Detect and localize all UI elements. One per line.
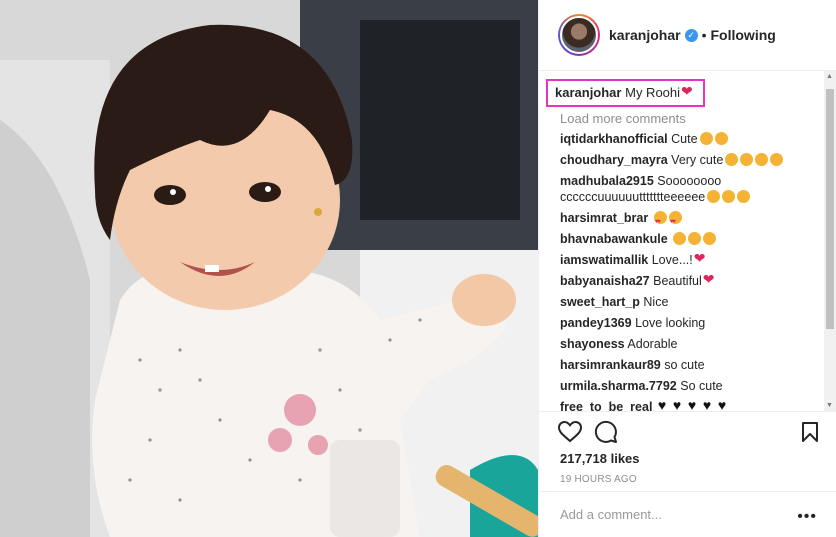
- comments-list[interactable]: karanjohar My Roohi Load more comments i…: [539, 71, 836, 411]
- header-separator: •: [701, 27, 707, 43]
- comment-text: Nice: [643, 295, 669, 309]
- comment-username[interactable]: iqtidarkhanofficial: [560, 132, 668, 146]
- more-options-icon[interactable]: •••: [797, 508, 817, 526]
- scrollbar-thumb[interactable]: [826, 89, 834, 329]
- comment-item: babyanaisha27 Beautiful: [560, 271, 800, 289]
- author-avatar[interactable]: [558, 14, 600, 56]
- post-photo[interactable]: [0, 0, 538, 537]
- post-details-panel: karanjohar ✓ • Following karanjohar My R…: [538, 0, 836, 537]
- following-button[interactable]: Following: [711, 27, 776, 43]
- comment-item: harsimrat_brar: [560, 210, 800, 230]
- add-comment-input[interactable]: [560, 507, 780, 522]
- avatar-image: [560, 16, 598, 54]
- kiss-emoji-icon: [770, 153, 784, 166]
- child-photo-illustration: [0, 0, 538, 537]
- comment-username[interactable]: sweet_hart_p: [560, 295, 640, 309]
- comment-text: So cute: [680, 379, 723, 393]
- comment-text: Love looking: [635, 316, 706, 330]
- comments-scrollbar[interactable]: ▲ ▼: [824, 71, 836, 411]
- black-heart-emoji-icon: [658, 397, 671, 411]
- comment-entries: iqtidarkhanofficial Cute choudhary_mayra …: [560, 131, 836, 411]
- comment-item: shayoness Adorable: [560, 336, 800, 352]
- comment-username[interactable]: choudhary_mayra: [560, 153, 668, 167]
- scroll-up-icon[interactable]: ▲: [826, 73, 833, 80]
- comment-username[interactable]: free_to_be_real: [560, 400, 652, 411]
- comment-item: madhubala2915 Soooooooo ccccccuuuuuutttt…: [560, 173, 800, 205]
- add-comment-bar: •••: [539, 491, 836, 537]
- caption-text: My Roohi: [625, 85, 681, 100]
- comment-username[interactable]: iamswatimallik: [560, 253, 648, 267]
- verified-badge-icon: ✓: [684, 28, 698, 42]
- heart-eyes-emoji-icon: [653, 211, 667, 230]
- bookmark-icon[interactable]: [801, 421, 819, 448]
- heart-outline-icon[interactable]: [557, 419, 583, 445]
- speech-bubble-icon[interactable]: [593, 419, 619, 445]
- comment-username[interactable]: bhavnabawankule: [560, 232, 668, 246]
- comment-item: sweet_hart_p Nice: [560, 294, 800, 310]
- red-heart-emoji-icon: [703, 271, 717, 287]
- kiss-emoji-icon: [722, 190, 736, 203]
- kiss-emoji-icon: [699, 132, 713, 145]
- kiss-emoji-icon: [707, 190, 721, 203]
- likes-count[interactable]: 217,718 likes: [560, 451, 640, 466]
- kiss-emoji-icon: [755, 153, 769, 166]
- red-heart-icon: [681, 83, 695, 100]
- comment-text: Very cute: [671, 153, 724, 167]
- post-actions: [539, 411, 836, 451]
- post-timestamp[interactable]: 19 HOURS AGO: [560, 474, 637, 485]
- comment-username[interactable]: babyanaisha27: [560, 274, 650, 288]
- comment-item: urmila.sharma.7792 So cute: [560, 378, 800, 394]
- post-header: karanjohar ✓ • Following: [539, 0, 836, 71]
- black-heart-emoji-icon: [703, 397, 716, 411]
- comment-username[interactable]: pandey1369: [560, 316, 632, 330]
- heart-eyes-emoji-icon: [668, 211, 682, 230]
- caption-username[interactable]: karanjohar: [555, 85, 621, 100]
- black-heart-emoji-icon: [688, 397, 701, 411]
- comment-item: iqtidarkhanofficial Cute: [560, 131, 800, 147]
- comment-username[interactable]: shayoness: [560, 337, 625, 351]
- kiss-emoji-icon: [703, 232, 717, 245]
- comment-item: choudhary_mayra Very cute: [560, 152, 800, 168]
- comment-text: Love...!: [651, 253, 693, 267]
- comment-item: free_to_be_real: [560, 397, 800, 411]
- kiss-emoji-icon: [725, 153, 739, 166]
- comment-text: Adorable: [627, 337, 678, 351]
- kiss-emoji-icon: [740, 153, 754, 166]
- black-heart-emoji-icon: [718, 397, 731, 411]
- comment-item: iamswatimallik Love...!: [560, 250, 800, 268]
- hearts-emoji-icon: [694, 250, 708, 266]
- comment-username[interactable]: madhubala2915: [560, 174, 654, 188]
- comment-username[interactable]: harsimrankaur89: [560, 358, 661, 372]
- kiss-emoji-icon: [714, 132, 728, 145]
- comment-item: pandey1369 Love looking: [560, 315, 800, 331]
- comment-username[interactable]: harsimrat_brar: [560, 211, 648, 225]
- load-more-comments-link[interactable]: Load more comments: [560, 111, 836, 126]
- comment-text: Cute: [671, 132, 698, 146]
- comment-text: Beautiful: [653, 274, 702, 288]
- scroll-down-icon[interactable]: ▼: [826, 402, 833, 409]
- comment-text: so cute: [664, 358, 705, 372]
- kiss-emoji-icon: [688, 232, 702, 245]
- comment-item: bhavnabawankule: [560, 231, 800, 247]
- comment-username[interactable]: urmila.sharma.7792: [560, 379, 677, 393]
- comment-item: harsimrankaur89 so cute: [560, 357, 800, 373]
- author-username[interactable]: karanjohar: [609, 27, 681, 43]
- kiss-emoji-icon: [673, 232, 687, 245]
- kiss-emoji-icon: [737, 190, 751, 203]
- post-caption: karanjohar My Roohi: [546, 79, 706, 107]
- black-heart-emoji-icon: [673, 397, 686, 411]
- instagram-post: karanjohar ✓ • Following karanjohar My R…: [0, 0, 836, 537]
